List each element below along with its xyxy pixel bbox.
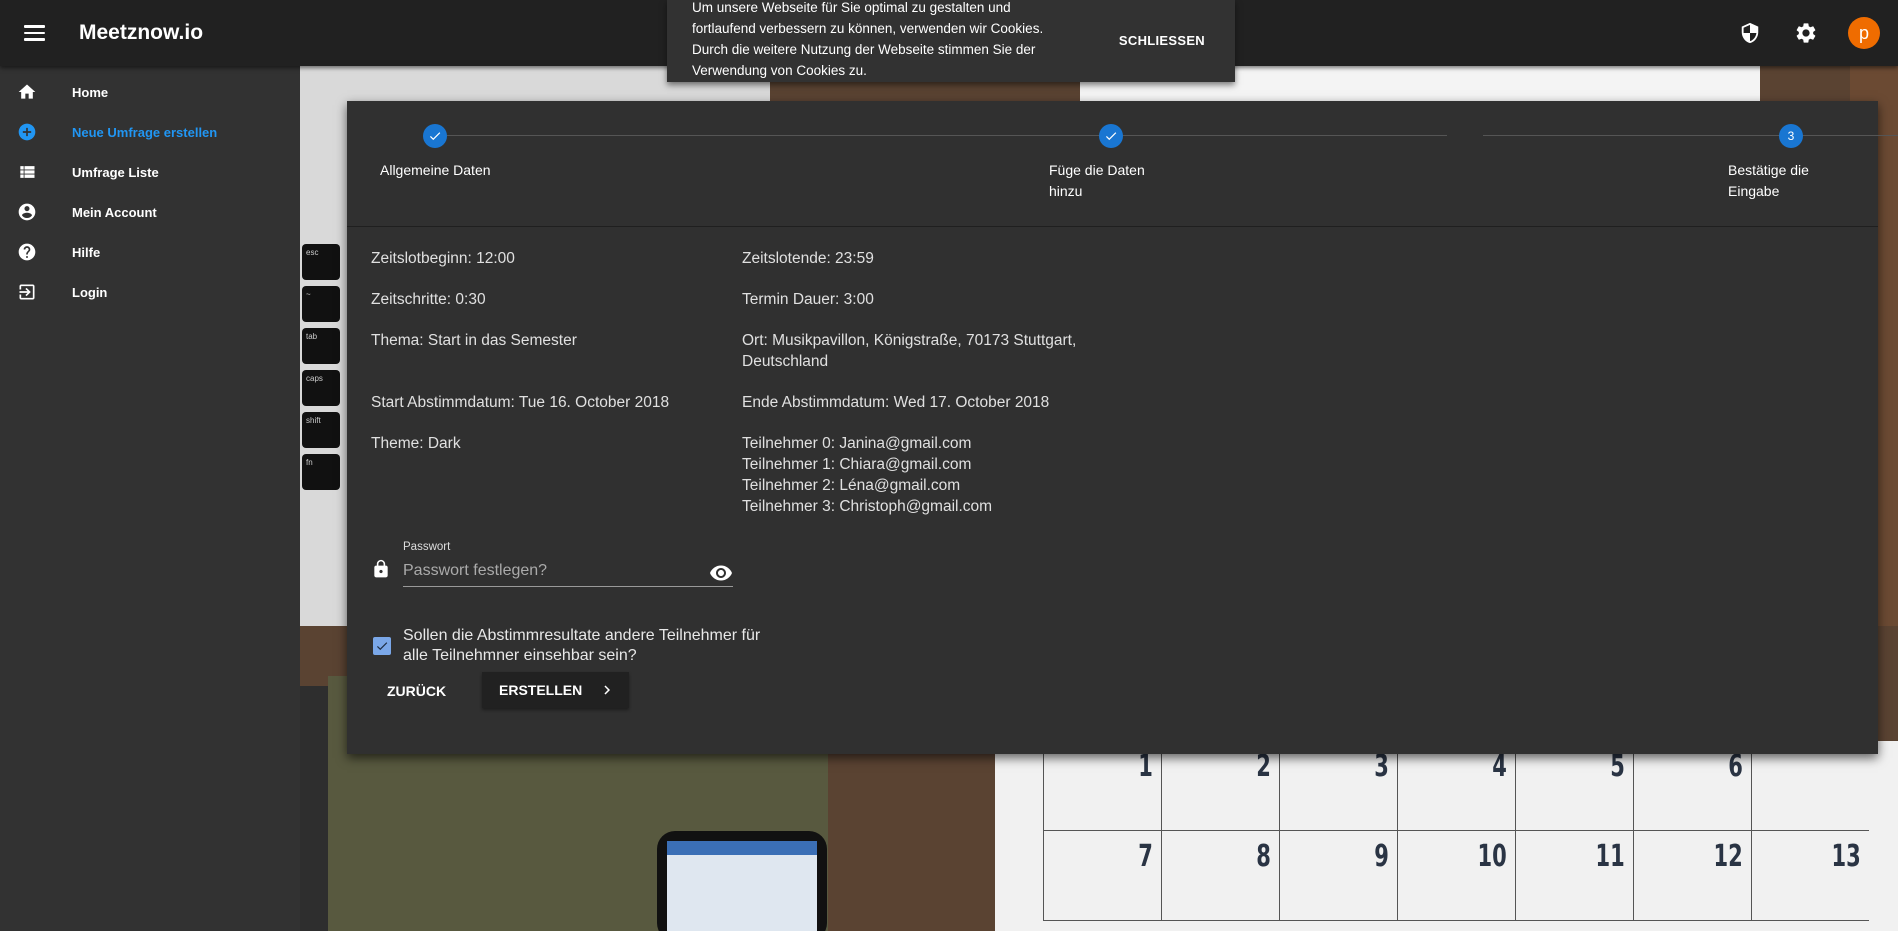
teilnehmer-item: Teilnehmer 1: Chiara@gmail.com (742, 456, 972, 473)
sidebar-item-login[interactable]: Login (0, 272, 300, 312)
calendar-cell: 9 (1279, 831, 1397, 921)
sidebar-item-new-survey[interactable]: Neue Umfrage erstellen (0, 112, 300, 152)
start-abstimmdatum: Start Abstimmdatum: Tue 16. October 2018 (371, 394, 670, 411)
zeitslotbeginn: Zeitslotbeginn: 12:00 (371, 250, 515, 267)
calendar-cell: 1 (1043, 741, 1161, 831)
step-3-number[interactable]: 3 (1779, 124, 1803, 148)
sidebar-item-survey-list[interactable]: Umfrage Liste (0, 152, 300, 192)
sidebar-item-label: Mein Account (72, 204, 157, 220)
calendar-cell: 10 (1397, 831, 1515, 921)
theme: Theme: Dark (371, 435, 461, 452)
sidebar-item-label: Home (72, 84, 109, 100)
create-button-label: ERSTELLEN (499, 682, 583, 698)
keyboard-image: esc ~ tab caps shift fn (300, 176, 340, 496)
sidebar-item-label: Login (72, 284, 108, 300)
calendar-day: 3 (1374, 749, 1389, 784)
avatar[interactable]: p (1848, 17, 1880, 49)
step-3-label[interactable]: Bestätige die Eingabe (1728, 160, 1838, 202)
create-button[interactable]: ERSTELLEN (482, 672, 629, 708)
calendar-day: 9 (1374, 839, 1389, 874)
calendar-day: 1 (1138, 749, 1153, 784)
sidebar-item-label: Neue Umfrage erstellen (72, 124, 218, 140)
calendar-cell: 11 (1515, 831, 1633, 921)
account-circle-icon (17, 202, 37, 222)
thema: Thema: Start in das Semester (371, 332, 577, 349)
login-icon (17, 282, 37, 302)
shield-icon[interactable] (1736, 19, 1764, 47)
eye-icon[interactable] (709, 561, 733, 590)
calendar-day: 8 (1256, 839, 1271, 874)
calendar-cell: 3 (1279, 741, 1397, 831)
app-title: Meetznow.io (79, 21, 204, 44)
sidebar-item-label: Hilfe (72, 244, 101, 260)
sidebar: Home Neue Umfrage erstellen Umfrage List… (0, 66, 300, 931)
back-button[interactable]: ZURÜCK (387, 683, 446, 699)
step-2-check-icon[interactable] (1099, 124, 1123, 148)
calendar-day: 5 (1610, 749, 1625, 784)
sidebar-item-label: Umfrage Liste (72, 164, 159, 180)
lock-icon (371, 558, 391, 585)
password-input[interactable] (403, 559, 693, 583)
ort: Ort: Musikpavillon, Königstraße, 70173 S… (742, 332, 1077, 370)
sidebar-item-account[interactable]: Mein Account (0, 192, 300, 232)
step-2-label[interactable]: Füge die Daten hinzu (1049, 160, 1159, 202)
teilnehmer-item: Teilnehmer 3: Christoph@gmail.com (742, 498, 993, 515)
password-label: Passwort (403, 541, 451, 553)
password-field (403, 559, 733, 587)
home-icon (17, 82, 37, 102)
calendar-cell: 7 (1043, 831, 1161, 921)
results-visible-checkbox[interactable] (373, 637, 391, 655)
termin-dauer: Termin Dauer: 3:00 (742, 291, 874, 308)
calendar-day: 12 (1713, 839, 1743, 874)
calendar-cell: 2 (1161, 741, 1279, 831)
calendar-cell: 12 (1633, 831, 1751, 921)
calendar-cell (1751, 741, 1869, 831)
menu-icon[interactable] (24, 21, 48, 45)
step-1-label[interactable]: Allgemeine Daten (380, 160, 491, 181)
teilnehmer-list: Teilnehmer 0: Janina@gmail.com Teilnehme… (742, 433, 992, 517)
check-icon (376, 642, 388, 651)
calendar-cell: 5 (1515, 741, 1633, 831)
calendar-day: 6 (1728, 749, 1743, 784)
calendar-day: 7 (1138, 839, 1153, 874)
chevron-right-icon (598, 681, 616, 699)
sidebar-item-home[interactable]: Home (0, 72, 300, 112)
step-1-check-icon[interactable] (423, 124, 447, 148)
survey-confirm-card: Allgemeine Daten Füge die Daten hinzu 3 … (347, 101, 1898, 754)
calendar-image: 1 2 3 4 5 6 7 8 9 10 11 12 13 (995, 741, 1898, 931)
zeitschritte: Zeitschritte: 0:30 (371, 291, 486, 308)
results-visible-label[interactable]: Sollen die Abstimmresultate andere Teiln… (403, 626, 763, 666)
calendar-day: 11 (1595, 839, 1625, 874)
cookie-banner: Um unsere Webseite für Sie optimal zu ge… (667, 0, 1235, 82)
list-icon (17, 162, 37, 182)
calendar-cell: 8 (1161, 831, 1279, 921)
cookie-text: Um unsere Webseite für Sie optimal zu ge… (692, 0, 1044, 78)
teilnehmer-item: Teilnehmer 0: Janina@gmail.com (742, 435, 972, 452)
add-circle-icon (17, 122, 37, 142)
phone-image (657, 831, 827, 931)
calendar-cell: 13 (1751, 831, 1869, 921)
calendar-day: 4 (1492, 749, 1507, 784)
cookie-close-button[interactable]: SCHLIESSEN (1119, 33, 1205, 48)
calendar-day: 13 (1831, 839, 1861, 874)
stepper: Allgemeine Daten Füge die Daten hinzu 3 … (347, 101, 1898, 227)
calendar-day: 2 (1256, 749, 1271, 784)
calendar-cell: 6 (1633, 741, 1751, 831)
help-icon (17, 242, 37, 262)
zeitslotende: Zeitslotende: 23:59 (742, 250, 874, 267)
gear-icon[interactable] (1792, 19, 1820, 47)
teilnehmer-item: Teilnehmer 2: Léna@gmail.com (742, 477, 961, 494)
ende-abstimmdatum: Ende Abstimmdatum: Wed 17. October 2018 (742, 394, 1050, 411)
calendar-cell: 4 (1397, 741, 1515, 831)
sidebar-item-help[interactable]: Hilfe (0, 232, 300, 272)
calendar-day: 10 (1477, 839, 1507, 874)
